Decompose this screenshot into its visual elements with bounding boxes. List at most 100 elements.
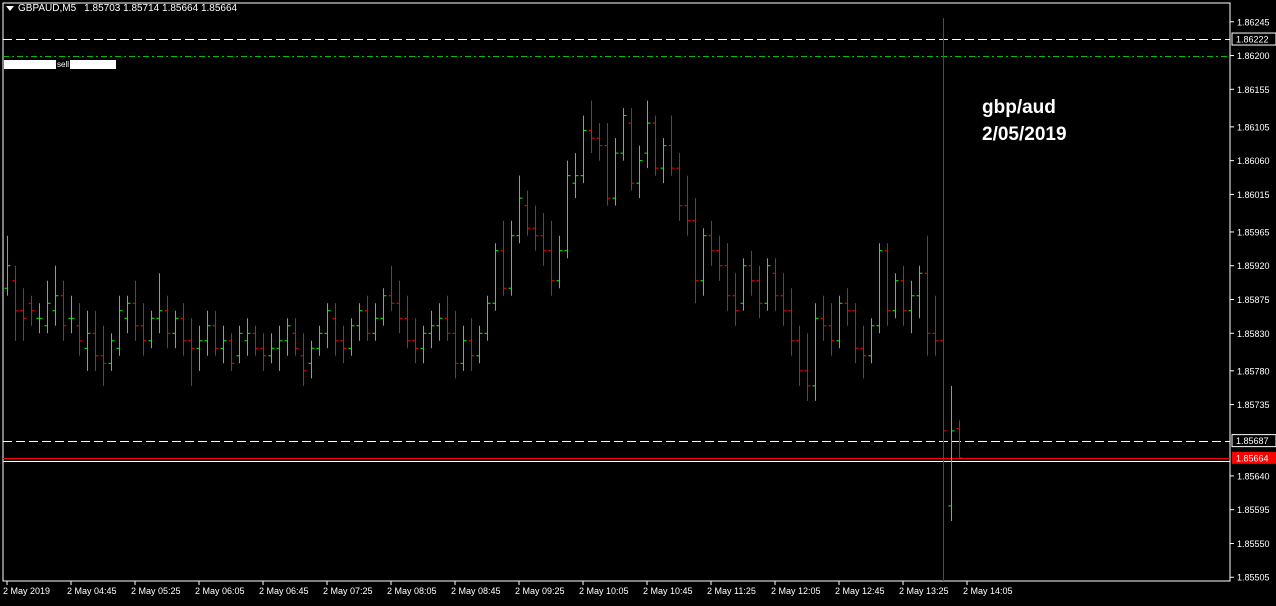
ohlc-bar <box>540 213 547 266</box>
ohlc-bar <box>364 295 371 341</box>
y-tick-label: 1.86015 <box>1237 190 1270 200</box>
chart-window[interactable]: 1.86245 1.86200 1.86155 1.86105 1.86060 1.860… <box>0 0 1276 601</box>
y-tick-label: 1.86245 <box>1237 17 1270 27</box>
ohlc-bar <box>308 340 315 379</box>
x-tick-label: 2 May 10:05 <box>579 586 629 596</box>
ohlc-bar <box>908 280 915 334</box>
ohlc-bar <box>844 288 851 326</box>
x-tick-label: 2 May 12:45 <box>835 586 885 596</box>
y-tick-label: 1.85550 <box>1237 539 1270 549</box>
ohlc-bar <box>932 295 939 356</box>
ohlc-bar <box>12 265 19 341</box>
ohlc-bar <box>356 303 363 341</box>
ohlc-bar <box>132 280 139 341</box>
ohlc-bar <box>316 325 323 356</box>
ohlc-bar <box>60 280 67 341</box>
x-tick-label: 2 May 14:05 <box>963 586 1013 596</box>
y-tick-label: 1.86060 <box>1237 156 1270 166</box>
ohlc-bar <box>484 295 491 341</box>
chart-header: GBPAUD,M5 1.85703 1.85714 1.85664 1.8566… <box>6 3 237 14</box>
ohlc-bar <box>724 243 731 311</box>
ohlc-bar <box>876 243 883 334</box>
x-tick-label: 2 May 06:05 <box>195 586 245 596</box>
y-tick-label: 1.85965 <box>1237 227 1270 237</box>
chart-frame <box>2 2 1231 582</box>
ohlc-bar <box>836 295 843 349</box>
ohlc-bar <box>780 273 787 326</box>
x-tick-label: 2 May 13:25 <box>899 586 949 596</box>
ohlc-bar <box>44 280 51 334</box>
ohlc-bar <box>676 153 683 221</box>
ohlc-bar <box>292 318 299 356</box>
y-tick-label: 1.86155 <box>1237 85 1270 95</box>
ohlc-bar <box>452 310 459 379</box>
ohlc-bar <box>20 288 27 341</box>
ohlc-bar <box>4 235 11 296</box>
ohlc-bar <box>564 160 571 259</box>
ohlc-bar <box>508 220 515 296</box>
ohlc-bar <box>604 123 611 206</box>
ohlc-bar <box>428 310 435 349</box>
ohlc-bar <box>204 310 211 356</box>
order-label[interactable]: sell <box>4 60 117 69</box>
x-tick-label: 2 May 05:25 <box>131 586 181 596</box>
ohlc-bar <box>956 420 963 459</box>
ohlc-bar <box>436 303 443 341</box>
ohlc-bar <box>236 325 243 364</box>
order-label-text: sell <box>57 60 70 69</box>
ohlc-bar <box>596 123 603 161</box>
ohlc-bar <box>92 310 99 371</box>
ohlc-bar <box>420 325 427 364</box>
ohlc-bar <box>796 325 803 386</box>
ohlc-bar <box>188 318 195 386</box>
redacted-block <box>70 60 117 69</box>
ohlc-bar <box>492 243 499 311</box>
ohlc-bar <box>388 265 395 311</box>
ohlc-bar <box>164 295 171 349</box>
ohlc-bar <box>740 258 747 311</box>
ohlc-bar <box>588 100 595 154</box>
ohlc-bar <box>652 115 659 176</box>
ohlc-bar <box>820 295 827 341</box>
y-tick-label: 1.86200 <box>1237 51 1270 61</box>
ohlc-bar <box>156 273 163 334</box>
ohlc-bar <box>180 303 187 356</box>
x-tick-label: 2 May 09:25 <box>515 586 565 596</box>
ohlc-bar <box>804 333 811 401</box>
ohlc-bar <box>36 303 43 334</box>
ohlc-bar <box>580 115 587 184</box>
ohlc-bar <box>860 325 867 379</box>
ohlc-bar <box>52 265 59 326</box>
y-tick-label: 1.85640 <box>1237 471 1270 481</box>
price-tag-label: 1.85687 <box>1236 436 1269 446</box>
ohlc-bar <box>668 115 675 176</box>
ohlc-bar <box>84 310 91 371</box>
ohlc-bar <box>28 295 35 326</box>
dropdown-triangle-icon[interactable] <box>6 6 14 11</box>
ohlc-bar <box>228 333 235 371</box>
ohlc-bar <box>660 138 667 184</box>
ohlc-bar <box>284 318 291 356</box>
x-tick-label: 2 May 06:45 <box>259 586 309 596</box>
price-tag-label: 1.86222 <box>1236 35 1269 45</box>
ohlc-bar <box>636 145 643 199</box>
ohlc-bar <box>404 295 411 349</box>
ohlc-bar <box>732 273 739 326</box>
annotation-line1: gbp/aud <box>982 97 1056 118</box>
ohlc-bar <box>372 303 379 341</box>
y-tick-label: 1.85780 <box>1237 366 1270 376</box>
ohlc-bar <box>124 295 131 334</box>
x-tick-label: 2 May 08:05 <box>387 586 437 596</box>
x-tick-label: 2 May 10:45 <box>643 586 693 596</box>
ohlc-bar <box>812 303 819 401</box>
ohlc-bar <box>708 220 715 266</box>
ohlc-bar <box>396 280 403 334</box>
ohlc-bar <box>764 258 771 311</box>
price-chart[interactable]: 1.86245 1.86200 1.86155 1.86105 1.86060 1.860… <box>0 0 1276 601</box>
x-tick-label: 2 May 2019 <box>3 586 50 596</box>
y-tick-label: 1.85595 <box>1237 505 1270 515</box>
ohlc-bar <box>916 265 923 319</box>
ohlc-bar <box>868 318 875 364</box>
ohlc-bar <box>644 100 651 169</box>
price-tag-label: 1.85664 <box>1236 453 1269 463</box>
